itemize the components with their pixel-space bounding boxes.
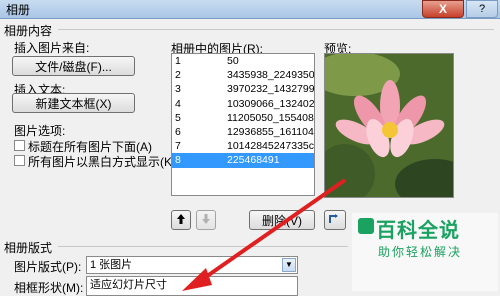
watermark-logo-icon: [358, 218, 374, 234]
watermark-subtitle: 助你轻松解决: [378, 245, 463, 259]
watermark-title: 百科全说: [376, 220, 460, 242]
